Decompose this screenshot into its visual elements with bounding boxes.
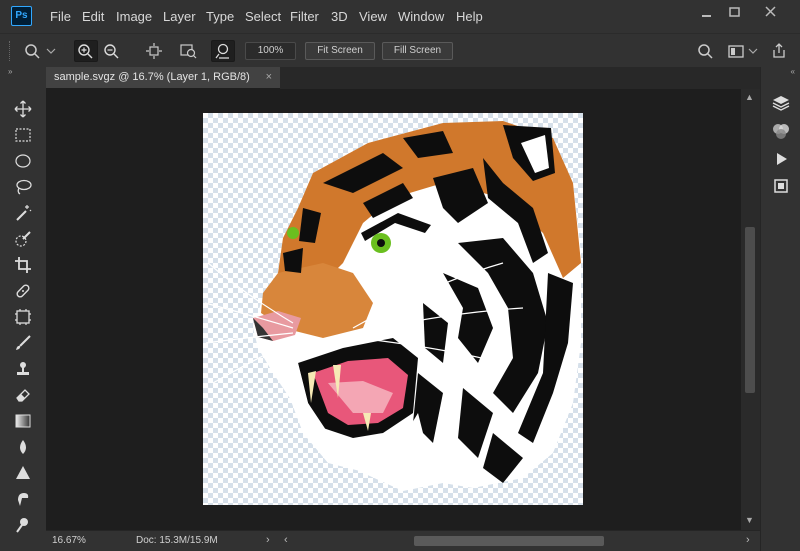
status-zoom-level[interactable]: 16.67% [52, 535, 86, 546]
menu-file[interactable]: File [50, 9, 71, 24]
quick-selection-icon[interactable] [11, 228, 35, 250]
canvas-area[interactable] [46, 89, 741, 530]
document-tab-bar: sample.svgz @ 16.7% (Layer 1, RGB/8) × [46, 67, 760, 89]
zoom-percentage-field[interactable]: 100% [245, 42, 296, 60]
resize-windows-icon[interactable] [142, 40, 166, 62]
photoshop-logo[interactable]: Ps [11, 6, 32, 26]
menu-image[interactable]: Image [116, 9, 152, 24]
close-icon[interactable] [761, 4, 781, 20]
lasso-icon[interactable] [11, 176, 35, 198]
healing-brush-icon[interactable] [11, 280, 35, 302]
workspace-chevron-icon[interactable] [746, 40, 760, 62]
status-menu-arrow[interactable]: › [266, 534, 270, 546]
scroll-left-icon[interactable]: ‹ [284, 534, 288, 546]
move-tool-icon[interactable] [11, 98, 35, 120]
chevron-down-icon[interactable] [44, 40, 58, 62]
options-grip[interactable] [9, 41, 11, 61]
panels-dock: « [760, 67, 800, 551]
menu-type[interactable]: Type [206, 9, 234, 24]
tab-close-icon[interactable]: × [266, 71, 272, 83]
scroll-down-icon[interactable]: ▼ [745, 515, 754, 525]
brush-icon[interactable] [11, 332, 35, 354]
vertical-scroll-thumb[interactable] [745, 227, 755, 393]
zoom-all-windows-icon[interactable] [177, 40, 201, 62]
tiger-artwork [204, 121, 581, 491]
sharpen-icon[interactable] [11, 462, 35, 484]
zoom-tool-preset-icon[interactable] [22, 40, 46, 62]
gradient-icon[interactable] [11, 410, 35, 432]
channels-icon[interactable] [770, 121, 792, 141]
vertical-scrollbar[interactable]: ▲ ▼ [741, 89, 760, 530]
elliptical-marquee-icon[interactable] [11, 150, 35, 172]
crop-icon[interactable] [11, 254, 35, 276]
document-tab[interactable]: sample.svgz @ 16.7% (Layer 1, RGB/8) × [46, 67, 280, 89]
tools-panel: » [0, 67, 46, 551]
menu-filter[interactable]: Filter [290, 9, 319, 24]
blur-icon[interactable] [11, 436, 35, 458]
menu-3d[interactable]: 3D [331, 9, 348, 24]
eraser-icon[interactable] [11, 384, 35, 406]
menu-edit[interactable]: Edit [82, 9, 104, 24]
frame-icon[interactable] [11, 306, 35, 328]
zoom-in-icon[interactable] [74, 40, 98, 62]
search-icon[interactable] [693, 40, 717, 62]
clone-stamp-icon[interactable] [11, 358, 35, 380]
menu-select[interactable]: Select [245, 9, 281, 24]
magic-wand-icon[interactable] [11, 202, 35, 224]
libraries-icon[interactable] [770, 176, 792, 196]
options-bar: 100% Fit Screen Fill Screen [0, 33, 800, 67]
tools-collapse-icon[interactable]: » [0, 67, 46, 81]
scroll-up-icon[interactable]: ▲ [745, 92, 754, 102]
menu-layer[interactable]: Layer [163, 9, 196, 24]
horizontal-scroll-thumb[interactable] [414, 536, 604, 546]
zoom-out-icon[interactable] [100, 40, 124, 62]
scrubby-zoom-icon[interactable] [211, 40, 235, 62]
panels-collapse-icon[interactable]: « [761, 67, 800, 81]
document-tab-title: sample.svgz @ 16.7% (Layer 1, RGB/8) [54, 71, 250, 83]
minimize-icon[interactable] [697, 4, 717, 20]
play-actions-icon[interactable] [770, 149, 792, 169]
status-doc-size: Doc: 15.3M/15.9M [136, 535, 218, 546]
fit-screen-button[interactable]: Fit Screen [305, 42, 375, 60]
document-canvas[interactable] [203, 113, 583, 505]
rectangular-marquee-icon[interactable] [11, 124, 35, 146]
menu-bar: Ps File Edit Image Layer Type Select Fil… [0, 0, 800, 33]
menu-view[interactable]: View [359, 9, 387, 24]
restore-icon[interactable] [725, 4, 745, 20]
menu-window[interactable]: Window [398, 9, 444, 24]
fill-screen-button[interactable]: Fill Screen [382, 42, 453, 60]
menu-help[interactable]: Help [456, 9, 483, 24]
smudge-icon[interactable] [11, 488, 35, 510]
share-icon[interactable] [767, 40, 791, 62]
dodge-icon[interactable] [11, 514, 35, 536]
scroll-right-icon[interactable]: › [746, 534, 750, 546]
workspace-icon[interactable] [724, 40, 748, 62]
status-bar: 16.67% Doc: 15.3M/15.9M › ‹ › [46, 530, 760, 551]
layers-icon[interactable] [770, 93, 792, 113]
